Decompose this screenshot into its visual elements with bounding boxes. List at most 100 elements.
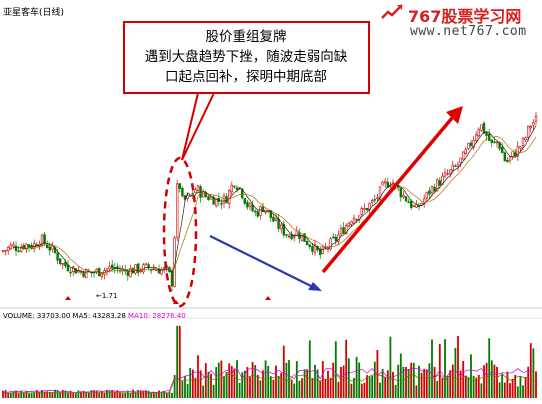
candle-body xyxy=(526,125,530,138)
volume-bar xyxy=(457,336,459,398)
candle-body xyxy=(126,271,130,276)
volume-bar xyxy=(535,371,537,398)
volume-bar xyxy=(228,363,231,398)
volume-bar xyxy=(238,382,241,398)
volume-bar xyxy=(532,348,535,398)
candle-body xyxy=(287,235,291,238)
volume-bar xyxy=(7,392,10,398)
volume-bar xyxy=(98,392,101,398)
ma10-price-line xyxy=(26,136,537,273)
candle-body xyxy=(147,264,150,269)
candle-body xyxy=(360,208,363,215)
candle-body xyxy=(235,187,239,190)
volume-bar xyxy=(379,382,381,398)
candle-body xyxy=(58,258,62,265)
candle-body xyxy=(12,244,15,247)
volume-bar xyxy=(451,364,454,398)
volume-bar xyxy=(327,370,329,398)
volume-bar xyxy=(251,361,254,398)
volume-bar xyxy=(256,374,259,398)
volume-bar xyxy=(103,392,106,398)
volume-bar xyxy=(386,370,389,398)
candle-body xyxy=(17,250,20,252)
candle-body xyxy=(477,128,480,137)
volume-bar xyxy=(225,371,228,398)
volume-bar xyxy=(446,375,449,398)
candle-body xyxy=(202,191,205,198)
candle-body xyxy=(521,138,525,146)
candle-body xyxy=(456,163,460,167)
volume-bar xyxy=(324,379,327,398)
candle-body xyxy=(495,141,499,144)
candle-body xyxy=(513,152,517,157)
candle-body xyxy=(508,156,512,161)
volume-bar xyxy=(272,379,275,398)
volume-bar xyxy=(139,390,142,398)
candle-body xyxy=(305,241,309,245)
volume-bar xyxy=(119,392,121,398)
candle-body xyxy=(137,263,140,273)
volume-bar xyxy=(506,371,509,398)
chart-stage: 亚星客车(日线) 767股票学习网 www.net767.com 股价重组复牌 … xyxy=(0,0,542,400)
volume-bar xyxy=(158,390,160,398)
candle-body xyxy=(324,246,327,249)
candle-body xyxy=(425,191,428,199)
volume-bar xyxy=(449,370,452,398)
volume-bar xyxy=(210,373,212,398)
candle-body xyxy=(404,196,408,202)
volume-bar xyxy=(399,353,402,398)
candle-body xyxy=(373,199,376,201)
volume-bar xyxy=(282,345,285,398)
volume-bar xyxy=(111,390,114,398)
candle-body xyxy=(363,207,366,210)
volume-bar xyxy=(280,372,283,398)
volume-bar xyxy=(306,369,309,398)
volume-bar xyxy=(202,385,205,398)
candle-body xyxy=(111,264,114,269)
volume-bar xyxy=(194,377,197,398)
volume-bar xyxy=(155,392,158,398)
candle-body xyxy=(186,195,189,199)
candle-body xyxy=(365,207,369,211)
candle-body xyxy=(272,216,275,222)
candle-body xyxy=(64,261,67,267)
volume-bar xyxy=(301,378,303,398)
volume-bar xyxy=(332,362,335,398)
volume-bar xyxy=(503,382,506,398)
volume-bar xyxy=(381,368,384,398)
candle-body xyxy=(355,218,358,221)
candle-body xyxy=(331,236,335,239)
volume-bar xyxy=(337,381,340,398)
volume-bar xyxy=(462,360,465,398)
volume-bar xyxy=(360,383,363,398)
candle-body xyxy=(430,186,434,194)
candle-body xyxy=(220,203,223,205)
candle-body xyxy=(139,270,142,272)
volume-bar xyxy=(405,366,407,398)
brand-logo-icon xyxy=(381,4,403,19)
volume-bar xyxy=(74,392,77,398)
volume-bar xyxy=(176,325,179,398)
candle-body xyxy=(459,157,462,163)
volume-bar xyxy=(441,378,444,398)
volume-bar xyxy=(368,376,371,398)
event-marker-icon xyxy=(65,296,71,300)
volume-bar xyxy=(418,365,420,398)
candle-body xyxy=(215,198,218,207)
candle-body xyxy=(490,139,493,143)
volume-bar xyxy=(189,367,192,398)
volume-bar xyxy=(150,393,153,398)
volume-bar xyxy=(171,392,173,398)
volume-bar xyxy=(142,390,145,398)
candle-body xyxy=(48,246,52,251)
callout-line-3: 口起点回补，探明中期底部 xyxy=(165,69,327,85)
callout-line-2: 遇到大盘趋势下挫，随波走弱向缺 xyxy=(144,49,348,65)
volume-bar xyxy=(4,390,7,398)
volume-bar xyxy=(64,390,67,398)
candle-body xyxy=(233,185,236,188)
candle-body xyxy=(204,192,207,197)
volume-bar xyxy=(67,392,69,398)
candle-body xyxy=(350,221,353,225)
volume-bar xyxy=(311,378,314,398)
volume-bar xyxy=(293,383,296,398)
